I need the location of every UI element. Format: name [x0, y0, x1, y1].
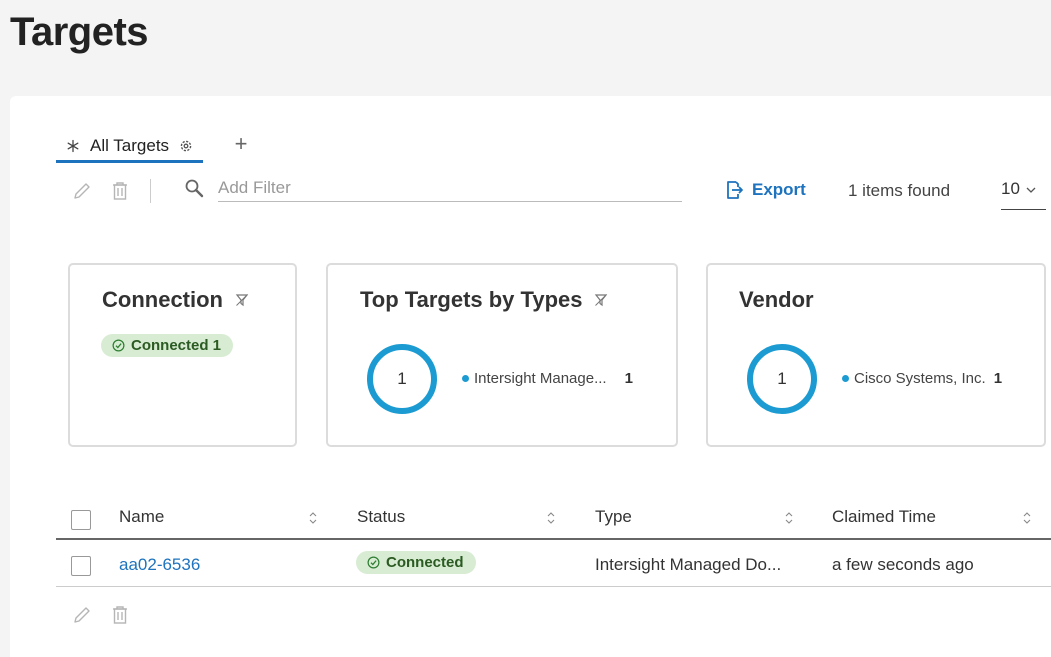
legend-count: 1: [624, 370, 633, 387]
legend-label: Cisco Systems, Inc.: [854, 370, 986, 387]
vendor-title-row: Vendor: [739, 287, 814, 313]
badge-label: Connected 1: [131, 337, 222, 354]
card-title: Top Targets by Types: [360, 287, 583, 312]
connection-card[interactable]: Connection Connected 1: [68, 263, 297, 447]
funnel-icon[interactable]: [594, 293, 608, 307]
pencil-icon[interactable]: [71, 604, 93, 626]
legend-label: Intersight Manage...: [474, 370, 607, 387]
export-label: Export: [752, 180, 806, 199]
trash-icon[interactable]: [109, 180, 131, 202]
status-badge[interactable]: Connected: [356, 551, 476, 574]
legend-dot: [842, 375, 849, 382]
sort-icon[interactable]: [784, 510, 794, 526]
connection-title-row: Connection: [102, 287, 249, 313]
table-row-divider: [56, 586, 1051, 587]
legend-count: 1: [993, 370, 1003, 387]
gear-icon[interactable]: [179, 139, 193, 153]
table-header-divider: [56, 538, 1051, 540]
legend-dot: [462, 375, 469, 382]
export-button[interactable]: Export: [725, 179, 806, 201]
column-header-status[interactable]: Status: [357, 507, 405, 527]
funnel-icon[interactable]: [235, 293, 249, 307]
card-title: Vendor: [739, 287, 814, 312]
sort-icon[interactable]: [1022, 510, 1032, 526]
page-size-select[interactable]: 10: [1001, 179, 1046, 210]
plus-icon[interactable]: +: [231, 133, 251, 155]
card-title: Connection: [102, 287, 223, 312]
top-targets-title-row: Top Targets by Types: [360, 287, 608, 313]
sort-icon[interactable]: [308, 510, 318, 526]
column-header-name[interactable]: Name: [119, 507, 164, 527]
select-all-checkbox[interactable]: [71, 510, 91, 530]
asterisk-icon: [67, 139, 79, 152]
items-found: 1 items found: [848, 181, 951, 200]
vendor-card[interactable]: Vendor 1 Cisco Systems, Inc. 1: [706, 263, 1046, 447]
column-header-claimed-time[interactable]: Claimed Time: [832, 507, 936, 527]
legend-item[interactable]: Cisco Systems, Inc. 1: [842, 370, 1002, 387]
donut-value: 1: [777, 369, 787, 388]
export-icon: [727, 181, 743, 199]
pencil-icon[interactable]: [71, 180, 93, 202]
sort-icon[interactable]: [546, 510, 556, 526]
page-title: Targets: [10, 10, 149, 54]
chevron-down-icon: [1026, 187, 1036, 193]
claimed-time: a few seconds ago: [832, 555, 974, 574]
top-targets-card[interactable]: Top Targets by Types 1 Intersight Manage…: [326, 263, 678, 447]
trash-icon[interactable]: [109, 604, 131, 626]
filter-input[interactable]: Add Filter: [218, 175, 682, 202]
target-type: Intersight Managed Do...: [595, 555, 782, 574]
legend-item[interactable]: Intersight Manage... 1: [462, 370, 633, 387]
search-icon: [184, 178, 206, 200]
target-name-link[interactable]: aa02-6536: [119, 555, 200, 575]
toolbar-divider: [150, 179, 151, 203]
check-circle-icon: [367, 556, 380, 569]
row-checkbox[interactable]: [71, 556, 91, 576]
page-size-value: 10: [1001, 179, 1020, 198]
column-header-type[interactable]: Type: [595, 507, 632, 527]
status-badge[interactable]: Connected 1: [101, 334, 234, 357]
check-circle-icon: [112, 339, 125, 352]
status-label: Connected: [386, 554, 464, 571]
tab-all-targets[interactable]: All Targets: [56, 131, 204, 163]
tab-label: All Targets: [90, 135, 170, 155]
donut-value: 1: [397, 369, 407, 388]
